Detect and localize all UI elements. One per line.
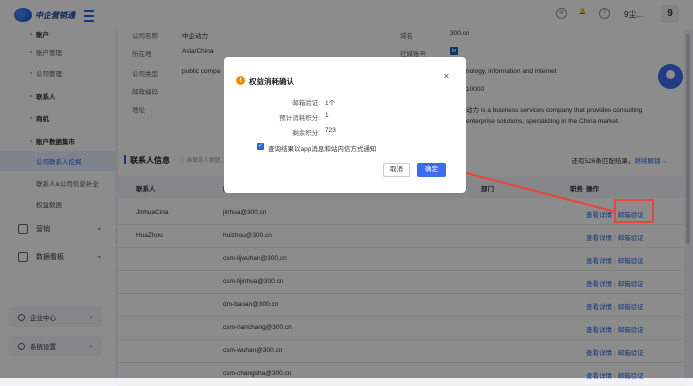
remaining-points-label: 剩余积分: [292,130,320,137]
notify-checkbox-label[interactable]: 查询结果以app消息和站内信方式通知 [268,143,376,153]
estimated-points-value: 1 [325,112,329,119]
remaining-points-value: 723 [325,127,336,134]
warning-icon: ! [236,76,245,85]
notify-checkbox[interactable]: ✓ [257,143,264,150]
cancel-button[interactable]: 取消 [383,163,410,177]
confirm-button[interactable]: 确定 [417,163,446,177]
entitlement-confirm-dialog: ! 权益消耗确认 ✕ 邮箱验证: 1个 预计消耗积分: 1 剩余积分: 723 … [224,57,466,193]
email-verify-label: 邮箱验证: [292,100,320,107]
email-verify-value: 1个 [325,100,336,107]
estimated-points-label: 预计消耗积分: [279,115,320,122]
close-icon[interactable]: ✕ [443,72,450,81]
dialog-title: 权益消耗确认 [249,77,294,86]
